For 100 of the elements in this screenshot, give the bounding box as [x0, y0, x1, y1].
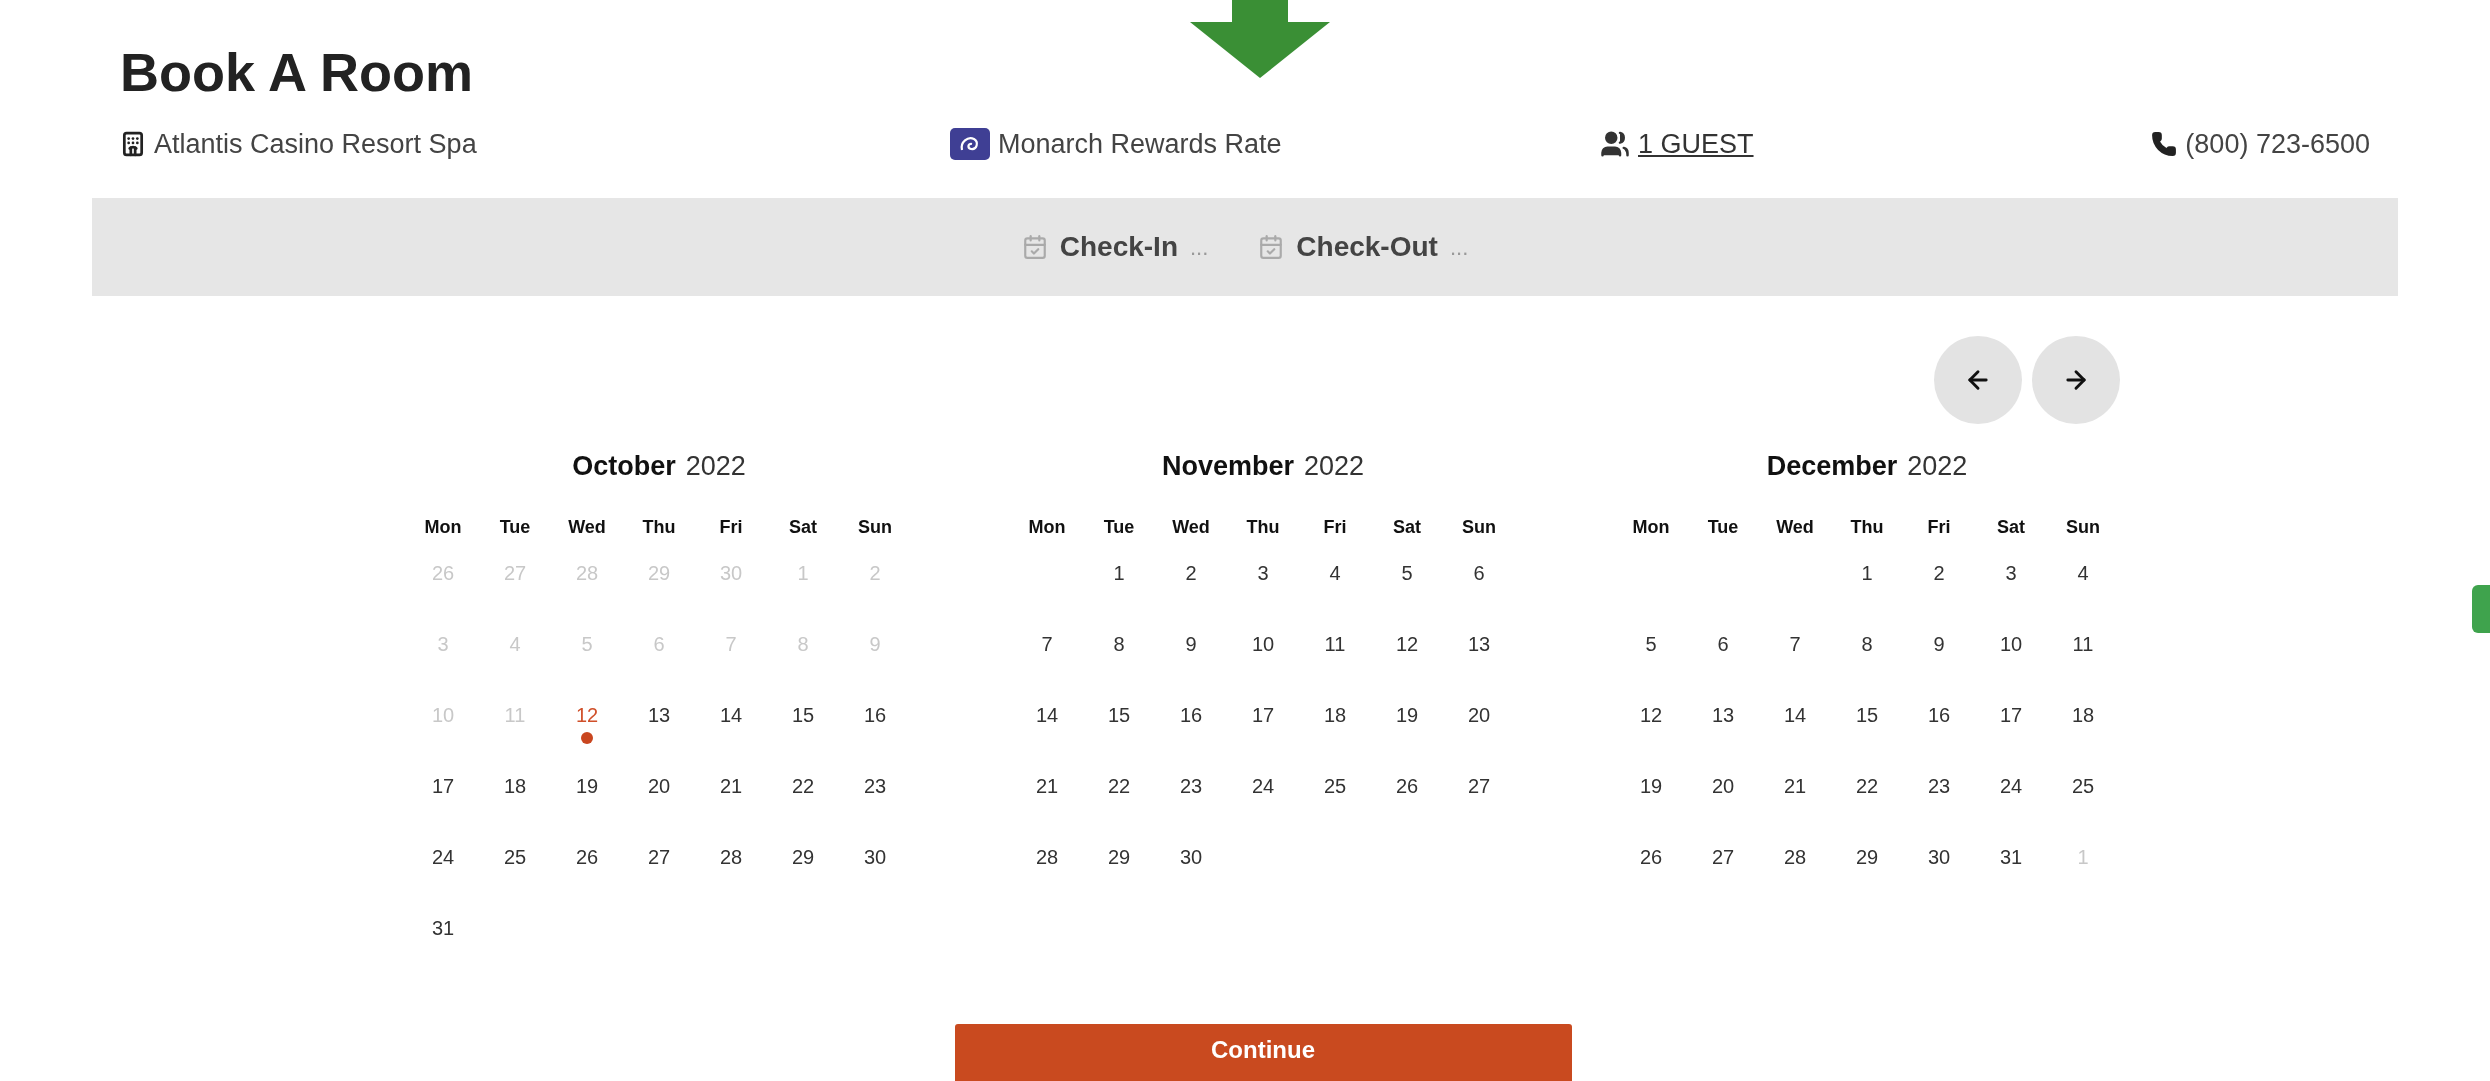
- calendar-icon: [1021, 234, 1048, 260]
- calendar-day[interactable]: 13: [1467, 629, 1491, 659]
- weekday-label: Thu: [1850, 515, 1884, 539]
- weekday-label: Tue: [1707, 515, 1739, 539]
- calendar-day[interactable]: 4: [2077, 558, 2089, 588]
- calendar-day[interactable]: 6: [1717, 629, 1729, 659]
- weekday-label: Thu: [1246, 515, 1280, 539]
- calendar-day[interactable]: 20: [647, 771, 671, 801]
- calendar-day[interactable]: 19: [1395, 700, 1419, 730]
- calendar-day[interactable]: 10: [1251, 629, 1275, 659]
- calendar-day[interactable]: 31: [431, 913, 455, 943]
- calendar-day[interactable]: 19: [1639, 771, 1663, 801]
- calendar-day[interactable]: 27: [647, 842, 671, 872]
- calendar-day[interactable]: 17: [1999, 700, 2023, 730]
- calendar-day[interactable]: 12: [1395, 629, 1419, 659]
- calendar-day[interactable]: 21: [1783, 771, 1807, 801]
- calendar-day[interactable]: 1: [1113, 558, 1125, 588]
- calendar-day[interactable]: 25: [503, 842, 527, 872]
- calendar-day[interactable]: 7: [1041, 629, 1053, 659]
- calendar-day[interactable]: 10: [1999, 629, 2023, 659]
- calendar-day[interactable]: 13: [647, 700, 671, 730]
- calendar-day[interactable]: 28: [719, 842, 743, 872]
- calendar-day[interactable]: 28: [1783, 842, 1807, 872]
- calendar-day[interactable]: 14: [719, 700, 743, 730]
- calendar-day[interactable]: 2: [1933, 558, 1945, 588]
- calendar-day[interactable]: 15: [791, 700, 815, 730]
- calendar-day[interactable]: 21: [1035, 771, 1059, 801]
- weekday-label: Tue: [1103, 515, 1135, 539]
- calendar-day[interactable]: 7: [1789, 629, 1801, 659]
- calendar-day[interactable]: 31: [1999, 842, 2023, 872]
- calendar-day[interactable]: 8: [1861, 629, 1873, 659]
- calendar-day[interactable]: 17: [1251, 700, 1275, 730]
- calendar-day[interactable]: 28: [1035, 842, 1059, 872]
- phone-number: (800) 723-6500: [2185, 127, 2370, 161]
- calendar-day[interactable]: 18: [1323, 700, 1347, 730]
- calendar-day[interactable]: 25: [1323, 771, 1347, 801]
- guest-count-link[interactable]: 1 GUEST: [1638, 123, 1754, 165]
- calendar-day[interactable]: 21: [719, 771, 743, 801]
- calendar-day[interactable]: 26: [575, 842, 599, 872]
- weekday-label: Wed: [1172, 515, 1210, 539]
- calendar-day[interactable]: 29: [791, 842, 815, 872]
- calendar-day[interactable]: 25: [2071, 771, 2095, 801]
- calendar-day[interactable]: 4: [1329, 558, 1341, 588]
- calendar-day[interactable]: 20: [1467, 700, 1491, 730]
- calendar-day[interactable]: 9: [1185, 629, 1197, 659]
- calendar-day[interactable]: 12: [1639, 700, 1663, 730]
- calendar-day[interactable]: 15: [1855, 700, 1879, 730]
- calendar-day[interactable]: 22: [1855, 771, 1879, 801]
- calendar-day[interactable]: 18: [503, 771, 527, 801]
- calendar-day[interactable]: 19: [575, 771, 599, 801]
- calendar-day[interactable]: 23: [863, 771, 887, 801]
- calendar-day[interactable]: 24: [1999, 771, 2023, 801]
- calendar-day[interactable]: 11: [1324, 629, 1346, 659]
- weekday-label: Mon: [1632, 515, 1670, 539]
- calendar-day[interactable]: 23: [1179, 771, 1203, 801]
- calendar-day[interactable]: 29: [1107, 842, 1131, 872]
- calendar-day[interactable]: 26: [1639, 842, 1663, 872]
- calendar-day[interactable]: 22: [1107, 771, 1131, 801]
- date-button[interactable]: Check-Out ...: [1258, 226, 1469, 268]
- calendar-day[interactable]: 8: [1113, 629, 1125, 659]
- calendar-day[interactable]: 9: [1933, 629, 1945, 659]
- calendar-day[interactable]: 6: [1473, 558, 1485, 588]
- calendar-day[interactable]: 16: [1927, 700, 1951, 730]
- calendar-day[interactable]: 3: [2005, 558, 2017, 588]
- date-button[interactable]: Check-In ...: [1021, 226, 1209, 268]
- calendar-day[interactable]: 16: [863, 700, 887, 730]
- calendar-day[interactable]: 30: [1179, 842, 1203, 872]
- calendar-day[interactable]: 22: [791, 771, 815, 801]
- calendar-day[interactable]: 15: [1107, 700, 1131, 730]
- calendar-day[interactable]: 20: [1711, 771, 1735, 801]
- calendar-day[interactable]: 29: [1855, 842, 1879, 872]
- page-title: Book A Room: [120, 41, 473, 104]
- calendar-day[interactable]: 27: [1467, 771, 1491, 801]
- calendar-day[interactable]: 16: [1179, 700, 1203, 730]
- weekday-label: Fri: [1323, 515, 1347, 539]
- calendar-day[interactable]: 11: [2072, 629, 2094, 659]
- calendar-day[interactable]: 2: [1185, 558, 1197, 588]
- calendar-day[interactable]: 24: [1251, 771, 1275, 801]
- calendar-day[interactable]: 14: [1783, 700, 1807, 730]
- calendar-day[interactable]: 17: [431, 771, 455, 801]
- calendar-day[interactable]: 23: [1927, 771, 1951, 801]
- phone-icon: [2151, 131, 2178, 157]
- weekday-label: Sat: [1997, 515, 2025, 539]
- continue-button[interactable]: Continue: [954, 1024, 1572, 1081]
- calendar-day[interactable]: 5: [1401, 558, 1413, 588]
- calendar-day[interactable]: 5: [1645, 629, 1657, 659]
- calendar-day[interactable]: 18: [2071, 700, 2095, 730]
- calendar-day[interactable]: 27: [1711, 842, 1735, 872]
- calendar-day[interactable]: 3: [1257, 558, 1269, 588]
- calendar-day[interactable]: 12: [575, 700, 599, 730]
- calendar-day[interactable]: 30: [1927, 842, 1951, 872]
- calendar-day[interactable]: 13: [1711, 700, 1735, 730]
- weekday-label: Mon: [424, 515, 462, 539]
- month-name: November: [1161, 449, 1294, 483]
- calendar-day[interactable]: 24: [431, 842, 455, 872]
- calendar-day[interactable]: 14: [1035, 700, 1059, 730]
- weekday-label: Wed: [1776, 515, 1814, 539]
- calendar-day[interactable]: 1: [1861, 558, 1873, 588]
- calendar-day[interactable]: 30: [863, 842, 887, 872]
- calendar-day[interactable]: 26: [1395, 771, 1419, 801]
